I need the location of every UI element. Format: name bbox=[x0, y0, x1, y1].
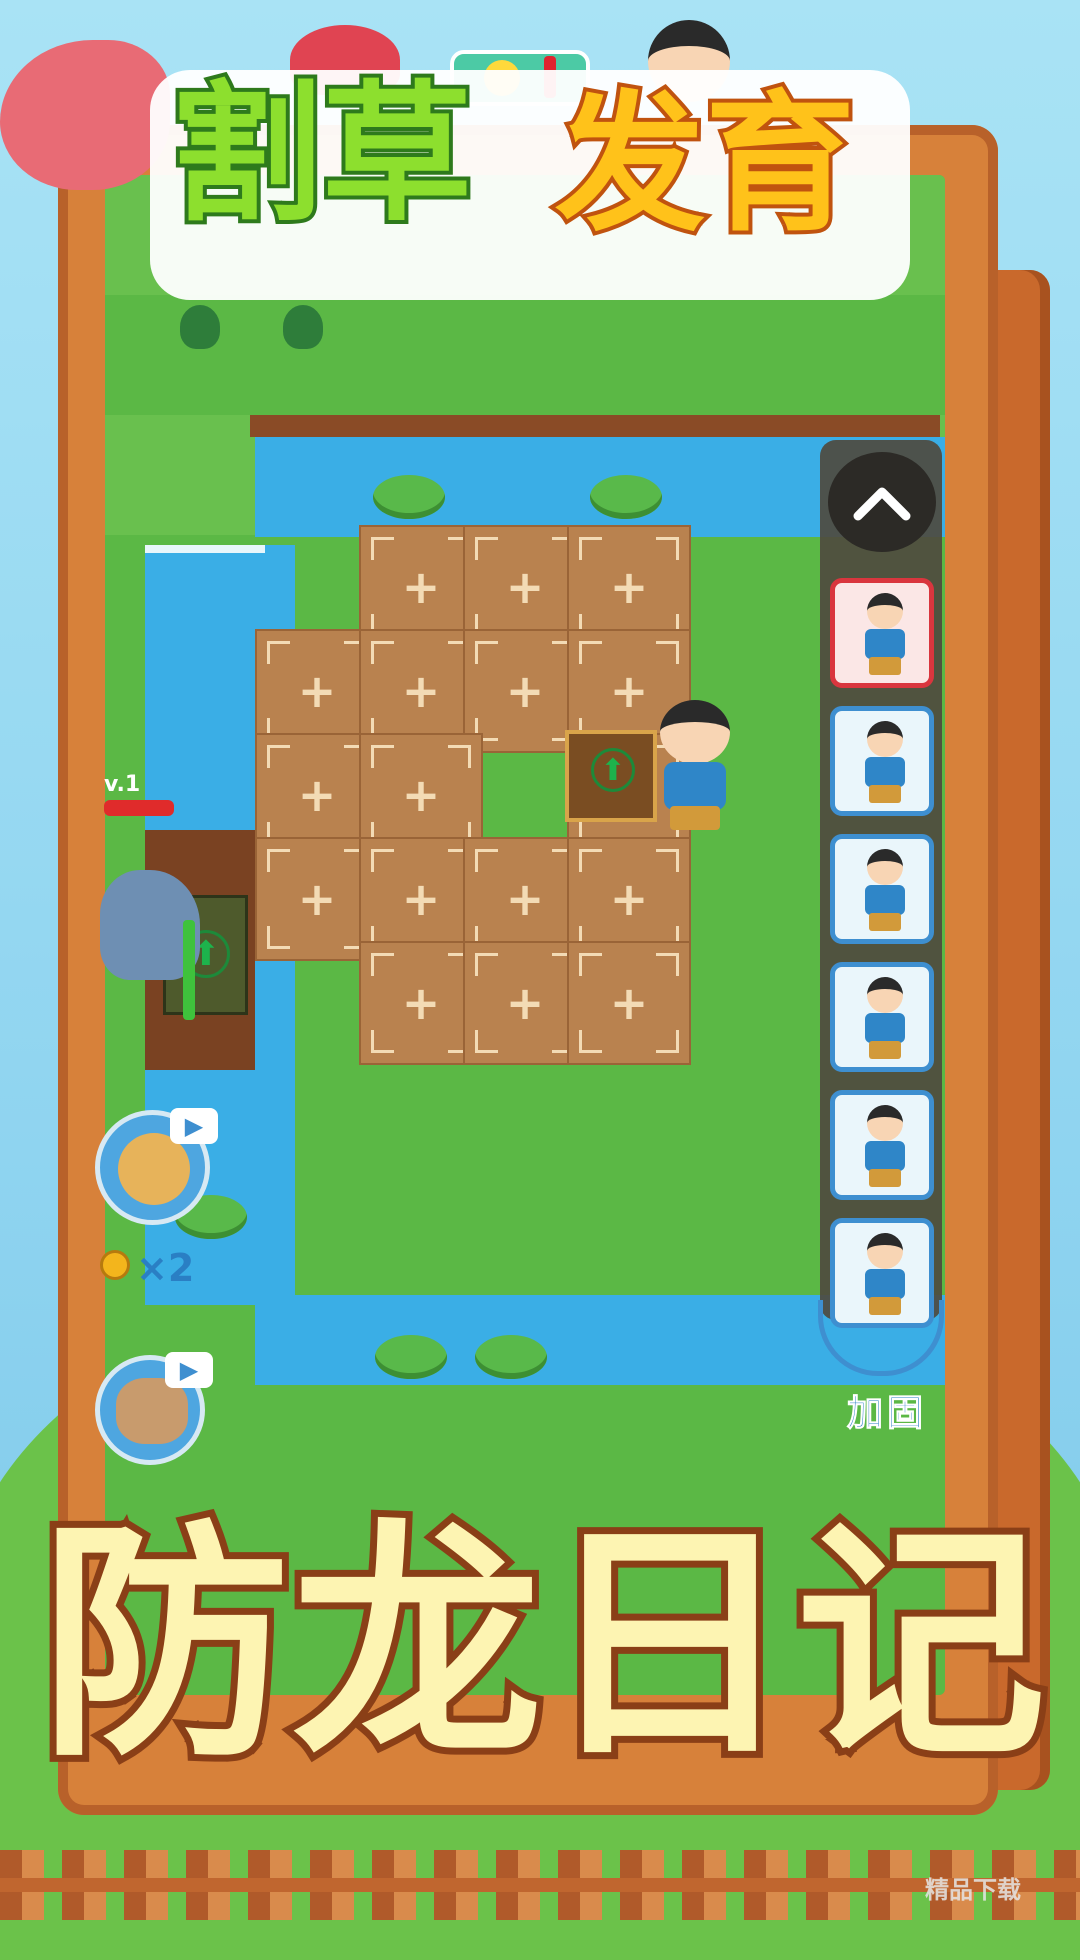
avatar-part bbox=[867, 721, 903, 757]
watermark: 精品下载 bbox=[925, 1876, 1021, 1904]
barricade-health-bar bbox=[183, 920, 195, 1020]
lily-pad bbox=[475, 1335, 547, 1379]
defender-avatar bbox=[861, 1105, 909, 1191]
avatar-part bbox=[867, 593, 903, 629]
avatar-part bbox=[869, 913, 901, 931]
defender-slot[interactable] bbox=[830, 834, 934, 944]
character-shorts bbox=[670, 806, 720, 830]
crop-plot[interactable]: ⬆ bbox=[565, 730, 657, 822]
build-tile[interactable]: + bbox=[567, 941, 691, 1065]
avatar-part bbox=[865, 1269, 905, 1299]
avatar-part bbox=[869, 785, 901, 803]
enemy-health-bar bbox=[104, 800, 174, 816]
lily-pad bbox=[590, 475, 662, 519]
avatar-part bbox=[867, 1105, 903, 1141]
avatar-part bbox=[865, 629, 905, 659]
fence-rail bbox=[0, 1878, 1080, 1892]
bush bbox=[180, 305, 220, 349]
defender-avatar bbox=[861, 593, 909, 679]
water-foam bbox=[145, 545, 265, 553]
avatar-part bbox=[869, 1169, 901, 1187]
defender-avatar bbox=[861, 849, 909, 935]
avatar-part bbox=[867, 1233, 903, 1269]
defender-slot[interactable] bbox=[830, 578, 934, 688]
avatar-part bbox=[867, 849, 903, 885]
character-shirt bbox=[664, 762, 726, 810]
enemy-level-label: v.1 bbox=[104, 772, 141, 797]
avatar-part bbox=[865, 1141, 905, 1171]
reinforce-button[interactable]: 加固 bbox=[832, 1384, 942, 1435]
video-ad-icon[interactable]: ▶ bbox=[165, 1352, 213, 1388]
game-board: ⬆ +++++++++++++++++ ⬆ bbox=[105, 175, 945, 1695]
bush bbox=[283, 305, 323, 349]
reward-multiplier: ×2 bbox=[136, 1246, 195, 1290]
collapse-panel-button[interactable] bbox=[828, 452, 936, 552]
defender-slot[interactable] bbox=[830, 962, 934, 1072]
character-head bbox=[660, 700, 730, 764]
title-grass: 割草 bbox=[168, 68, 476, 242]
avatar-part bbox=[869, 657, 901, 675]
avatar-part bbox=[865, 757, 905, 787]
chevron-up-icon bbox=[853, 487, 911, 521]
video-ad-icon[interactable]: ▶ bbox=[170, 1108, 218, 1144]
avatar-part bbox=[865, 1013, 905, 1043]
lily-pad bbox=[373, 475, 445, 519]
subtitle-char: 龙 bbox=[285, 1499, 549, 1790]
subtitle-char: 记 bbox=[789, 1499, 1053, 1790]
title-grow: 发育 bbox=[551, 78, 859, 252]
coin-icon bbox=[100, 1250, 130, 1280]
plus-icon: + bbox=[609, 976, 649, 1030]
avatar-part bbox=[867, 977, 903, 1013]
defender-avatar bbox=[861, 977, 909, 1063]
dirt-bank bbox=[250, 415, 940, 437]
lily-pad bbox=[375, 1335, 447, 1379]
upgrade-arrow-icon[interactable]: ⬆ bbox=[591, 748, 635, 792]
subtitle-char: 日 bbox=[537, 1499, 801, 1790]
avatar-part bbox=[865, 885, 905, 915]
player-character[interactable] bbox=[650, 700, 740, 840]
defender-avatar bbox=[861, 721, 909, 807]
avatar-part bbox=[869, 1041, 901, 1059]
defender-slot[interactable] bbox=[830, 706, 934, 816]
subtitle-char: 防 bbox=[33, 1499, 297, 1790]
defender-slot[interactable] bbox=[830, 1090, 934, 1200]
